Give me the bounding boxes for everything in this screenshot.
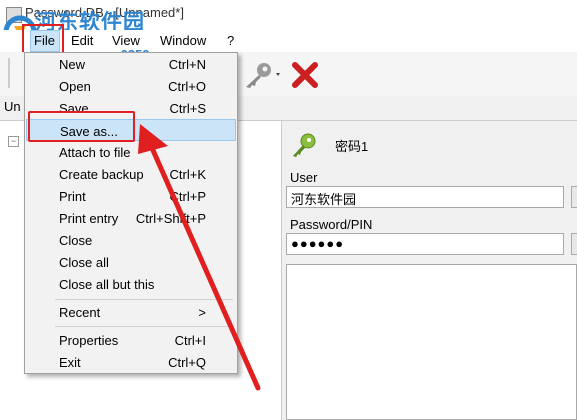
document-tab[interactable]: Un (4, 99, 21, 114)
menu-item-label: New (59, 57, 86, 72)
menu-item-label: Properties (59, 333, 119, 348)
tree-expander-icon[interactable]: − (8, 136, 19, 147)
save-as-annotation (28, 111, 135, 142)
menu-item-shortcut: Ctrl+N (168, 57, 206, 72)
annotation-arrow-icon (138, 124, 261, 391)
menu-edit[interactable]: Edit (71, 33, 93, 48)
user-field[interactable]: 河东软件园 (286, 186, 564, 208)
menu-help[interactable]: ? (227, 33, 234, 48)
menu-item-label: Attach to file (59, 145, 131, 160)
menu-item-label: Exit (59, 355, 81, 370)
delete-icon[interactable] (290, 60, 320, 90)
menu-item-label: Print (59, 189, 86, 204)
user-label: User (290, 170, 318, 185)
password-label: Password/PIN (290, 217, 373, 232)
user-side-button[interactable] (571, 186, 577, 208)
menu-item-open[interactable]: Open Ctrl+O (26, 75, 236, 97)
menu-item-label: Open (59, 79, 91, 94)
notes-area[interactable] (286, 264, 577, 420)
entry-title: 密码1 (335, 139, 369, 154)
menu-item-label: Close (59, 233, 93, 248)
menu-item-label: Recent (59, 305, 101, 320)
menu-item-label: Close all (59, 255, 109, 270)
menu-item-shortcut: Ctrl+S (169, 101, 206, 116)
toolbar-separator (8, 58, 10, 88)
menu-item-shortcut: Ctrl+O (168, 79, 206, 94)
menu-view[interactable]: View (112, 33, 140, 48)
menu-item-label: Print entry (59, 211, 119, 226)
password-side-button[interactable] (571, 233, 577, 255)
file-menu-annotation (22, 24, 64, 54)
menu-window[interactable]: Window (160, 33, 206, 48)
key-icon[interactable] (240, 60, 282, 90)
menu-item-new[interactable]: New Ctrl+N (26, 53, 236, 75)
password-field[interactable]: ●●●●●● (286, 233, 564, 255)
entry-key-icon (293, 133, 316, 157)
